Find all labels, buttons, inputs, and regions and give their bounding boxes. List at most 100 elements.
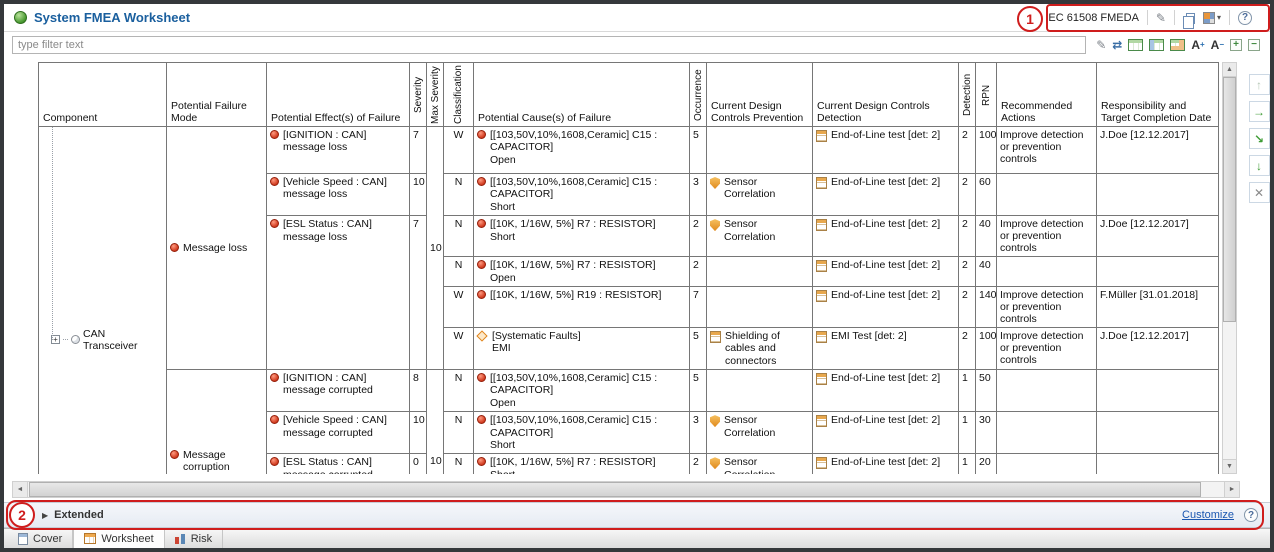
col-header-failure-mode[interactable]: Potential Failure Mode	[167, 63, 267, 127]
recommended-actions-cell[interactable]: Improve detection or prevention controls	[997, 327, 1097, 369]
vertical-scrollbar[interactable]: ▲ ▼	[1222, 62, 1237, 474]
occurrence-cell[interactable]: 2	[690, 216, 707, 257]
rpn-cell[interactable]: 30	[976, 412, 997, 454]
prevention-cell[interactable]	[707, 257, 813, 287]
prevention-cell[interactable]	[707, 286, 813, 327]
responsibility-cell[interactable]	[1097, 454, 1219, 474]
occurrence-cell[interactable]: 5	[690, 327, 707, 369]
effect-cell[interactable]: [Vehicle Speed : CAN] message loss	[267, 174, 410, 216]
occurrence-cell[interactable]: 3	[690, 412, 707, 454]
responsibility-cell[interactable]	[1097, 412, 1219, 454]
horizontal-scrollbar[interactable]: ◄ ►	[12, 481, 1240, 498]
occurrence-cell[interactable]: 2	[690, 454, 707, 474]
max-severity-cell[interactable]: 10	[427, 127, 444, 370]
delete-row-button[interactable]: ✕	[1249, 182, 1270, 203]
edit-icon[interactable]: ✎	[1096, 38, 1106, 52]
recommended-actions-cell[interactable]: Improve detection or prevention controls	[997, 127, 1097, 174]
col-header-detection[interactable]: Detection	[959, 63, 976, 127]
prevention-cell[interactable]: Sensor Correlation	[707, 216, 813, 257]
rpn-cell[interactable]: 20	[976, 454, 997, 474]
occurrence-cell[interactable]: 3	[690, 174, 707, 216]
font-decrease-icon[interactable]: A−	[1211, 39, 1224, 51]
recommended-actions-cell[interactable]: Improve detection or prevention controls	[997, 286, 1097, 327]
view-selector-button[interactable]: ▾	[1203, 12, 1221, 24]
col-header-cause[interactable]: Potential Cause(s) of Failure	[474, 63, 690, 127]
effect-cell[interactable]: [Vehicle Speed : CAN] message corrupted	[267, 412, 410, 454]
detection-control-cell[interactable]: End-of-Line test [det: 2]	[813, 412, 959, 454]
detection-control-cell[interactable]: End-of-Line test [det: 2]	[813, 370, 959, 412]
expand-all-icon[interactable]: +	[1230, 39, 1242, 51]
col-header-rpn[interactable]: RPN	[976, 63, 997, 127]
fmeda-checkbox[interactable]	[1021, 12, 1033, 24]
cause-cell[interactable]: [Systematic Faults]EMI	[474, 327, 690, 369]
cause-cell[interactable]: [[10K, 1/16W, 5%] R7 : RESISTOR]Short	[474, 454, 690, 474]
classification-cell[interactable]: N	[444, 257, 474, 287]
tab-cover[interactable]: Cover	[8, 529, 73, 548]
detection-cell[interactable]: 2	[959, 327, 976, 369]
classification-cell[interactable]: N	[444, 454, 474, 474]
responsibility-cell[interactable]: J.Doe [12.12.2017]	[1097, 216, 1219, 257]
severity-cell[interactable]: 7	[410, 216, 427, 370]
responsibility-cell[interactable]	[1097, 174, 1219, 216]
failure-mode-cell[interactable]: Message corruption	[167, 370, 267, 475]
recommended-actions-cell[interactable]	[997, 370, 1097, 412]
responsibility-cell[interactable]	[1097, 370, 1219, 412]
scroll-down-button[interactable]: ▼	[1223, 459, 1236, 473]
rpn-cell[interactable]: 140	[976, 286, 997, 327]
move-down-button[interactable]: ↓	[1249, 155, 1270, 176]
cause-cell[interactable]: [[103,50V,10%,1608,Ceramic] C15 : CAPACI…	[474, 127, 690, 174]
detection-control-cell[interactable]: End-of-Line test [det: 2]	[813, 454, 959, 474]
detection-cell[interactable]: 2	[959, 174, 976, 216]
customize-link[interactable]: Customize	[1182, 509, 1234, 521]
recommended-actions-cell[interactable]	[997, 454, 1097, 474]
scroll-left-button[interactable]: ◄	[13, 482, 28, 497]
classification-cell[interactable]: N	[444, 174, 474, 216]
detection-control-cell[interactable]: End-of-Line test [det: 2]	[813, 127, 959, 174]
rpn-cell[interactable]: 60	[976, 174, 997, 216]
sync-columns-icon[interactable]: ⇄	[1112, 38, 1122, 52]
rpn-cell[interactable]: 50	[976, 370, 997, 412]
prevention-cell[interactable]	[707, 127, 813, 174]
add-sibling-button[interactable]: →	[1249, 101, 1270, 122]
component-cell[interactable]: + CAN Transceiver	[39, 127, 167, 475]
horizontal-scrollbar-thumb[interactable]	[29, 482, 1201, 497]
cause-cell[interactable]: [[10K, 1/16W, 5%] R7 : RESISTOR]Short	[474, 216, 690, 257]
pen-icon[interactable]: ✎	[1156, 11, 1166, 25]
prevention-cell[interactable]: Shielding of cables and connectors	[707, 327, 813, 369]
scroll-right-button[interactable]: ►	[1224, 482, 1239, 497]
col-header-max-severity[interactable]: Max Severity	[427, 63, 444, 127]
cause-cell[interactable]: [[103,50V,10%,1608,Ceramic] C15 : CAPACI…	[474, 370, 690, 412]
prevention-cell[interactable]: Sensor Correlation	[707, 412, 813, 454]
col-header-detection-controls[interactable]: Current Design Controls Detection	[813, 63, 959, 127]
occurrence-cell[interactable]: 2	[690, 257, 707, 287]
recommended-actions-cell[interactable]: Improve detection or prevention controls	[997, 216, 1097, 257]
severity-cell[interactable]: 0	[410, 454, 427, 474]
occurrence-cell[interactable]: 5	[690, 370, 707, 412]
detection-cell[interactable]: 2	[959, 257, 976, 287]
severity-cell[interactable]: 7	[410, 127, 427, 174]
rpn-cell[interactable]: 40	[976, 216, 997, 257]
detection-control-cell[interactable]: End-of-Line test [det: 2]	[813, 257, 959, 287]
effect-cell[interactable]: [ESL Status : CAN] message loss	[267, 216, 410, 370]
vertical-scrollbar-thumb[interactable]	[1223, 77, 1236, 322]
col-header-recommended-actions[interactable]: Recommended Actions	[997, 63, 1097, 127]
extended-panel-header[interactable]: ▶ Extended Customize ?	[4, 502, 1270, 528]
detection-cell[interactable]: 2	[959, 286, 976, 327]
classification-cell[interactable]: N	[444, 412, 474, 454]
rpn-cell[interactable]: 40	[976, 257, 997, 287]
cause-cell[interactable]: [[103,50V,10%,1608,Ceramic] C15 : CAPACI…	[474, 174, 690, 216]
severity-cell[interactable]: 10	[410, 412, 427, 454]
recommended-actions-cell[interactable]	[997, 174, 1097, 216]
detection-control-cell[interactable]: End-of-Line test [det: 2]	[813, 216, 959, 257]
classification-cell[interactable]: N	[444, 216, 474, 257]
classification-cell[interactable]: N	[444, 370, 474, 412]
cause-cell[interactable]: [[10K, 1/16W, 5%] R19 : RESISTOR]	[474, 286, 690, 327]
occurrence-cell[interactable]: 5	[690, 127, 707, 174]
detection-control-cell[interactable]: EMI Test [det: 2]	[813, 327, 959, 369]
severity-cell[interactable]: 10	[410, 174, 427, 216]
collapse-all-icon[interactable]: −	[1248, 39, 1260, 51]
col-header-component[interactable]: Component	[39, 63, 167, 127]
rpn-cell[interactable]: 100	[976, 127, 997, 174]
table-view-icon[interactable]	[1128, 39, 1143, 51]
col-header-responsibility[interactable]: Responsibility and Target Completion Dat…	[1097, 63, 1219, 127]
